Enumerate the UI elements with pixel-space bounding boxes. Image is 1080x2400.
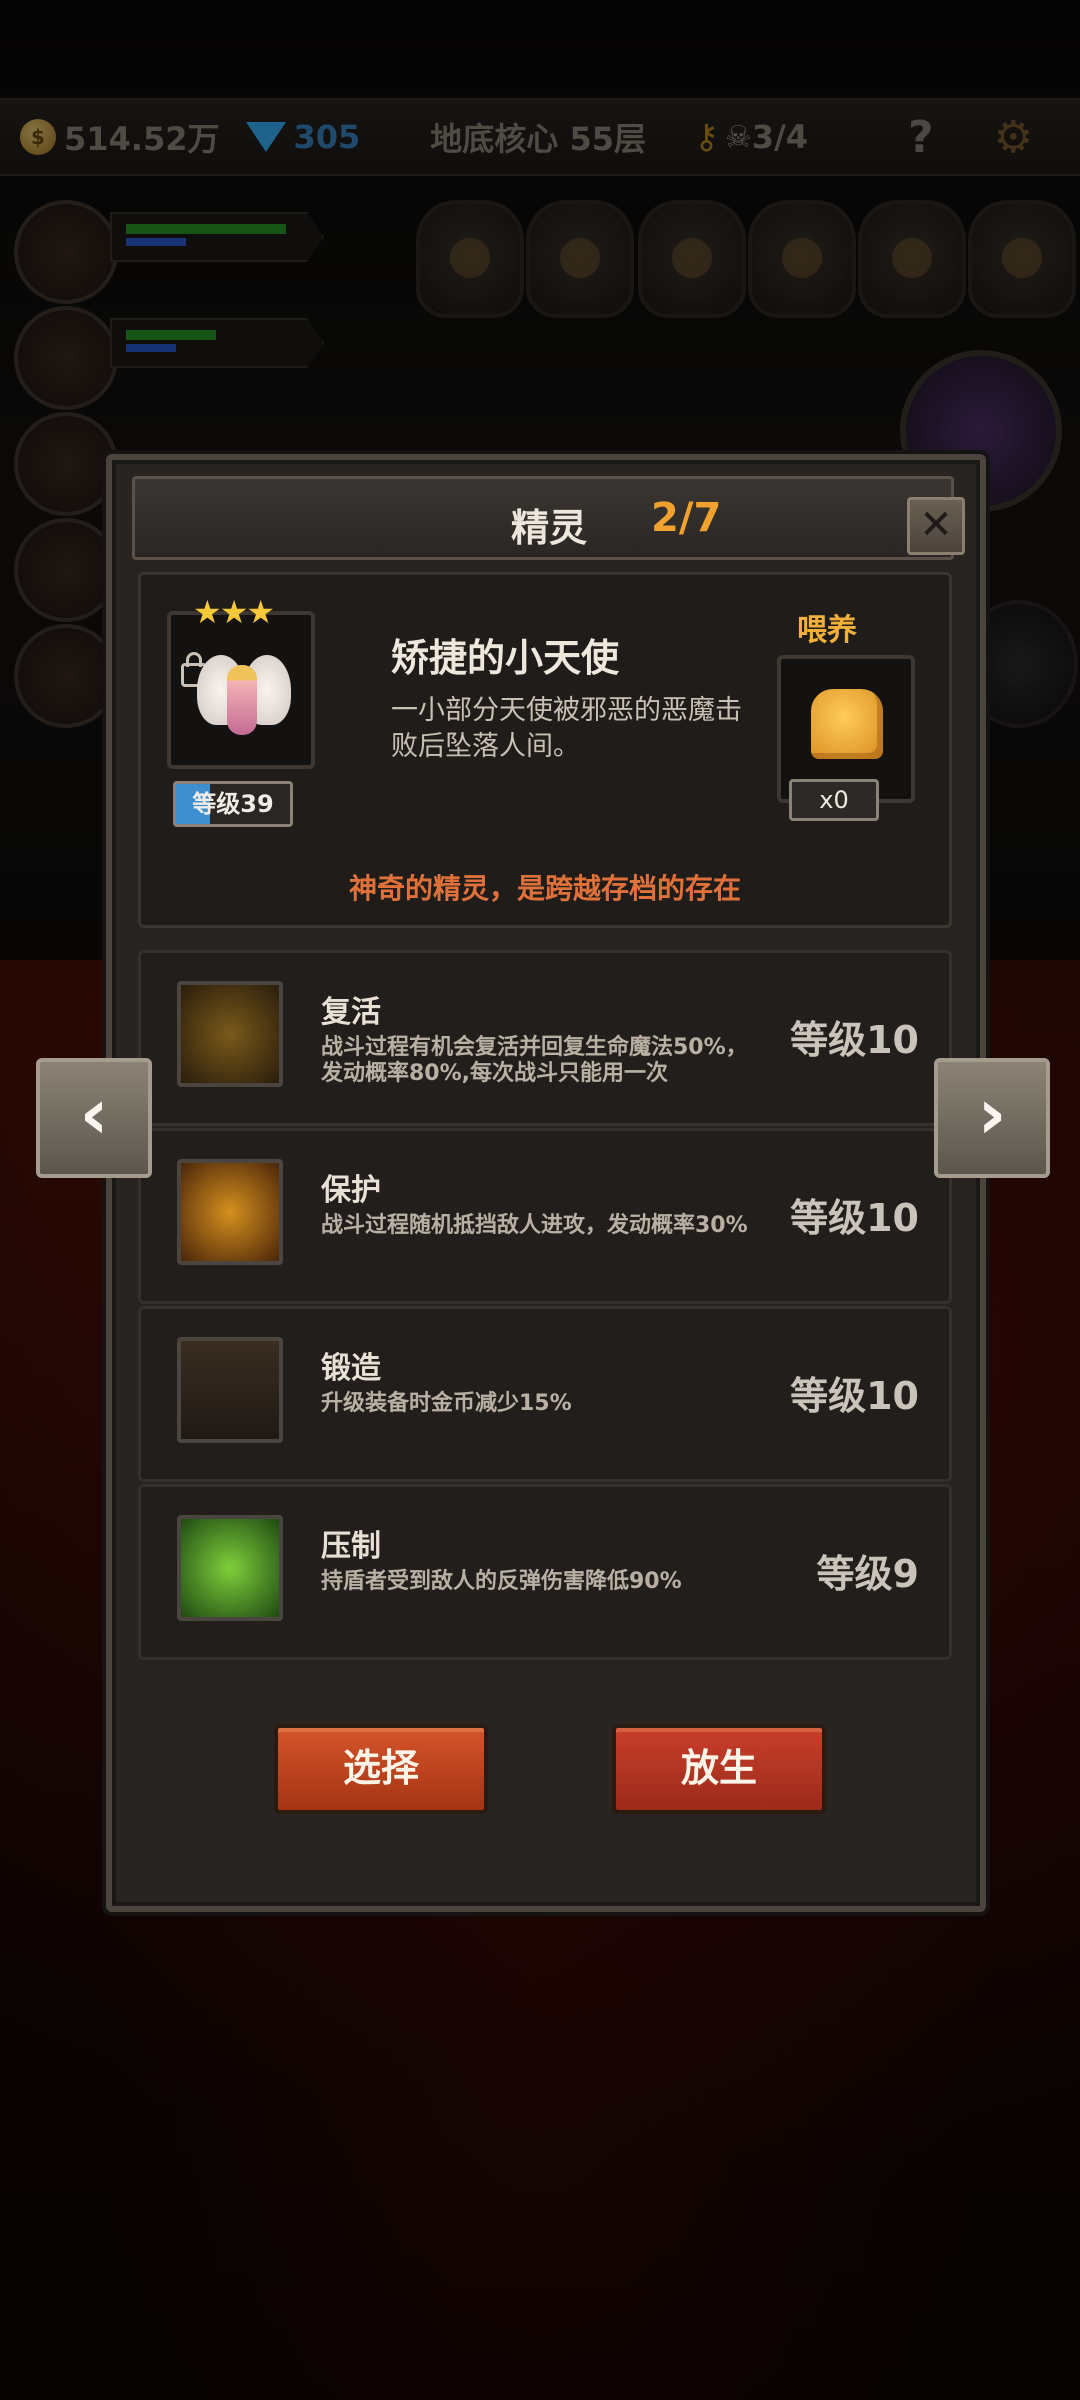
bread-icon bbox=[811, 689, 883, 759]
level-text: 等级39 bbox=[192, 790, 274, 818]
skill-description: 战斗过程随机抵挡敌人进攻，发动概率30% bbox=[321, 1213, 748, 1238]
feed-label: 喂养 bbox=[797, 613, 857, 648]
skill-name: 锻造 bbox=[321, 1351, 381, 1386]
feed-count: x0 bbox=[789, 779, 879, 821]
star-rating: ★★★ bbox=[193, 593, 275, 631]
sprite-name: 矫捷的小天使 bbox=[391, 636, 620, 680]
skill-level: 等级9 bbox=[816, 1552, 919, 1596]
angel-sprite-image bbox=[197, 645, 291, 745]
skill-name: 保护 bbox=[321, 1173, 381, 1208]
suppress-skill-icon bbox=[177, 1515, 283, 1621]
sprite-description: 一小部分天使被邪恶的恶魔击败后坠落人间。 bbox=[391, 695, 742, 762]
sprite-motto: 神奇的精灵，是跨越存档的存在 bbox=[348, 872, 741, 905]
next-arrow-button[interactable]: › bbox=[934, 1058, 1050, 1178]
dialog-header: 精灵 2/7 ✕ bbox=[132, 476, 965, 560]
skill-level: 等级10 bbox=[790, 1018, 919, 1062]
release-button[interactable]: 放生 bbox=[612, 1724, 826, 1814]
skill-level: 等级10 bbox=[790, 1374, 919, 1418]
angel-figure bbox=[227, 665, 257, 735]
skill-row[interactable]: 压制 持盾者受到敌人的反弹伤害降低90% 等级9 bbox=[138, 1484, 952, 1660]
level-badge: 等级39 bbox=[173, 781, 293, 827]
sprite-info-panel: ★★★ 等级39 矫捷的小天使 一小部分天使被邪恶的恶魔击败后坠落人间。 喂养 … bbox=[138, 572, 952, 928]
skill-row[interactable]: 保护 战斗过程随机抵挡敌人进攻，发动概率30% 等级10 bbox=[138, 1128, 952, 1304]
select-button[interactable]: 选择 bbox=[274, 1724, 488, 1814]
skill-name: 复活 bbox=[321, 995, 381, 1030]
skill-name: 压制 bbox=[321, 1529, 381, 1564]
skill-description: 战斗过程有机会复活并回复生命魔法50%，发动概率80%,每次战斗只能用一次 bbox=[321, 1035, 748, 1086]
revive-skill-icon bbox=[177, 981, 283, 1087]
skill-row[interactable]: 复活 战斗过程有机会复活并回复生命魔法50%，发动概率80%,每次战斗只能用一次… bbox=[138, 950, 952, 1126]
skill-row[interactable]: 锻造 升级装备时金币减少15% 等级10 bbox=[138, 1306, 952, 1482]
sprite-count: 2/7 bbox=[651, 495, 722, 541]
skill-description: 持盾者受到敌人的反弹伤害降低90% bbox=[321, 1569, 682, 1594]
sprite-dialog: 精灵 2/7 ✕ ★★★ 等级39 矫捷的小天使 一小部分天使被邪恶的恶魔击败后… bbox=[106, 454, 986, 1912]
dialog-title: 精灵 bbox=[511, 506, 588, 550]
skill-level: 等级10 bbox=[790, 1196, 919, 1240]
hammer-skill-icon bbox=[177, 1337, 283, 1443]
sprite-portrait[interactable] bbox=[167, 611, 315, 769]
prev-arrow-button[interactable]: ‹ bbox=[36, 1058, 152, 1178]
protect-skill-icon bbox=[177, 1159, 283, 1265]
close-button[interactable]: ✕ bbox=[907, 497, 965, 555]
skill-description: 升级装备时金币减少15% bbox=[321, 1391, 572, 1416]
